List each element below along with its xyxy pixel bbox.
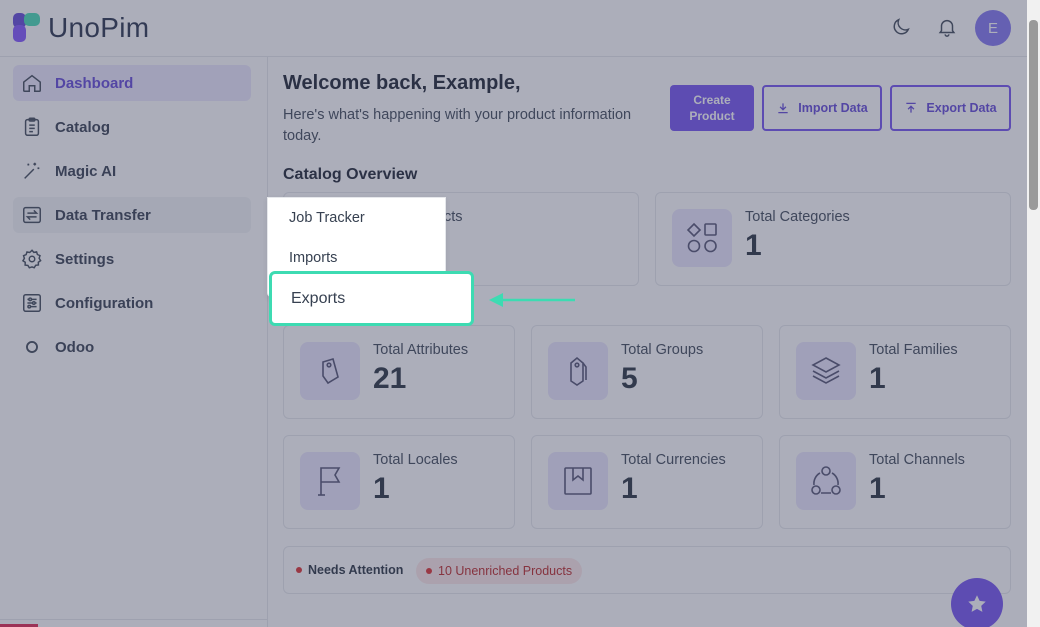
- scrollbar-thumb[interactable]: [1029, 20, 1038, 210]
- exports-label: Exports: [291, 289, 346, 307]
- submenu-item-exports[interactable]: Exports: [269, 271, 474, 326]
- page-scrollbar[interactable]: [1027, 0, 1040, 627]
- submenu-item-job-tracker[interactable]: Job Tracker: [289, 210, 365, 226]
- modal-overlay: [0, 0, 1040, 627]
- pointer-arrow-icon: [489, 293, 575, 307]
- submenu-item-imports[interactable]: Imports: [289, 250, 337, 266]
